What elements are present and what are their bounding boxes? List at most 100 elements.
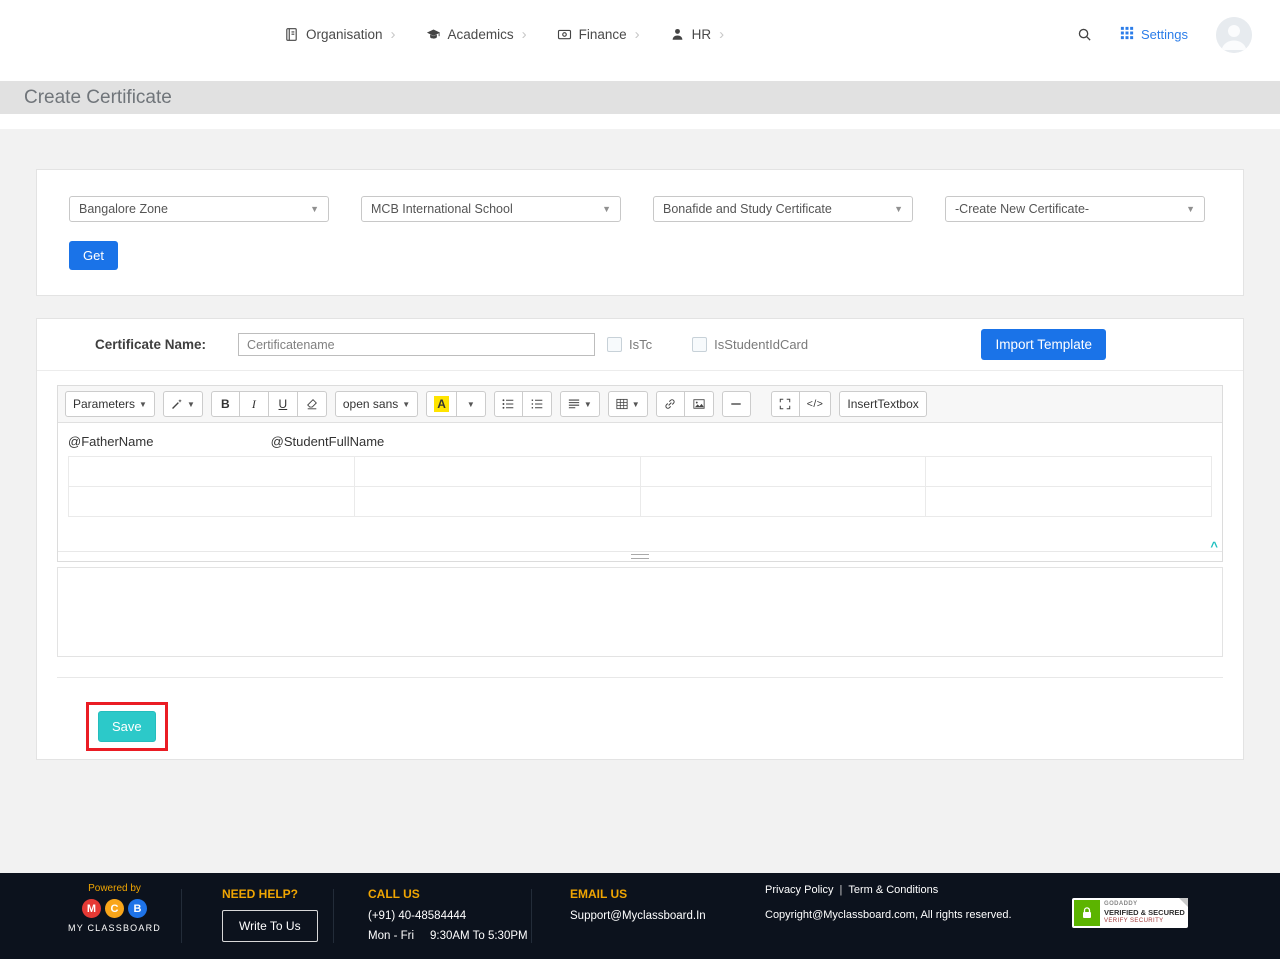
eraser-icon [306, 398, 318, 410]
istc-label: IsTc [629, 337, 653, 352]
checkbox-box-icon [692, 337, 708, 352]
phone-number: (+91) 40-48584444 [368, 910, 467, 922]
nav-item-hr[interactable]: HR › [670, 27, 724, 42]
badge-verify-label: VERIFY SECURITY [1104, 917, 1164, 924]
footer-call-us: CALL US (+91) 40-48584444 Mon - Fri 9:30… [334, 873, 531, 942]
editor-content-area[interactable]: @FatherName @StudentFullName ^ [58, 423, 1222, 554]
editor-secondary-area[interactable] [57, 567, 1223, 657]
page-title: Create Certificate [24, 86, 172, 108]
support-email[interactable]: Support@Myclassboard.In [570, 910, 745, 922]
fullscreen-button[interactable] [770, 391, 800, 417]
editor-resize-corner-icon[interactable]: ^ [1210, 539, 1218, 554]
nav-item-organisation[interactable]: Organisation › [284, 27, 396, 42]
paragraph-align-dropdown-button[interactable]: ▼ [559, 391, 600, 417]
certificate-name-input[interactable] [238, 333, 596, 356]
link-icon [664, 398, 676, 410]
privacy-policy-link[interactable]: Privacy Policy [765, 884, 833, 896]
editor-table-cell[interactable] [68, 456, 355, 487]
organisation-icon [284, 27, 299, 42]
font-family-dropdown-button[interactable]: open sans ▼ [334, 391, 419, 417]
chevron-down-icon: ▼ [1186, 204, 1195, 214]
chevron-down-icon: ▼ [466, 399, 475, 409]
table-dropdown-button[interactable]: ▼ [607, 391, 648, 417]
magic-wand-icon [171, 398, 183, 410]
security-badge-wrap: GODADDY VERIFIED & SECURED VERIFY SECURI… [1072, 898, 1188, 928]
checkbox-box-icon [607, 337, 623, 352]
email-us-title: EMAIL US [570, 887, 628, 901]
badge-brand: GODADDY [1104, 900, 1138, 907]
font-color-dropdown-button[interactable]: ▼ [456, 391, 486, 417]
save-row: Save [37, 678, 1243, 755]
horizontal-rule-button[interactable] [721, 391, 751, 417]
footer: Powered by M C B MY CLASSBOARD NEED HELP… [0, 873, 1280, 959]
istc-checkbox[interactable]: IsTc [607, 337, 652, 352]
import-template-button[interactable]: Import Template [981, 329, 1106, 360]
badge-fold-icon [1179, 898, 1188, 907]
nav-item-finance[interactable]: Finance › [557, 27, 640, 42]
chevron-down-icon: ▼ [402, 399, 411, 409]
token-fathername[interactable]: @FatherName [68, 434, 267, 449]
nav-label: HR [691, 27, 712, 42]
editor-table-cell[interactable] [925, 456, 1212, 487]
editor-toolbar: Parameters ▼ ▼ B I U open sans ▼ A ▼ ▼ ▼… [58, 386, 1222, 423]
insert-image-button[interactable] [684, 391, 714, 417]
working-time: 9:30AM To 5:30PM [430, 930, 528, 942]
editor-table [68, 456, 1212, 517]
fullscreen-icon [779, 398, 791, 410]
certificate-type-select[interactable]: Bonafide and Study Certificate ▼ [653, 196, 913, 222]
underline-button[interactable]: U [268, 391, 298, 417]
italic-button[interactable]: I [239, 391, 269, 417]
editor-table-cell[interactable] [639, 486, 927, 517]
save-button[interactable]: Save [98, 711, 156, 742]
nav-item-academics[interactable]: Academics › [426, 27, 527, 42]
editor-statusbar[interactable] [58, 551, 1222, 561]
hr-icon [670, 27, 685, 42]
style-magic-wand-button[interactable]: ▼ [162, 391, 203, 417]
insert-link-button[interactable] [655, 391, 685, 417]
top-navbar: Organisation › Academics › Finance › HR … [0, 0, 1280, 69]
unordered-list-button[interactable] [493, 391, 523, 417]
certificate-header: Certificate Name: IsTc IsStudentIdCard I… [37, 319, 1243, 371]
certificate-select[interactable]: -Create New Certificate- ▼ [945, 196, 1205, 222]
academics-icon [426, 27, 441, 42]
chevron-down-icon: ▼ [894, 204, 903, 214]
footer-need-help: NEED HELP? Write To Us [182, 873, 333, 942]
parameters-dropdown-button[interactable]: Parameters ▼ [65, 391, 155, 417]
save-annotation-highlight: Save [86, 702, 168, 751]
ordered-list-button[interactable] [522, 391, 552, 417]
godaddy-verified-badge[interactable]: GODADDY VERIFIED & SECURED VERIFY SECURI… [1072, 898, 1188, 928]
get-button[interactable]: Get [69, 241, 118, 270]
terms-link[interactable]: Term & Conditions [848, 884, 938, 896]
editor-table-cell[interactable] [639, 456, 927, 487]
editor-table-cell[interactable] [353, 486, 641, 517]
school-select[interactable]: MCB International School ▼ [361, 196, 621, 222]
editor-table-cell[interactable] [925, 486, 1212, 517]
chevron-down-icon: ▼ [631, 399, 640, 409]
avatar[interactable] [1216, 16, 1252, 53]
filter-card: Bangalore Zone ▼ MCB International Schoo… [36, 169, 1244, 296]
font-color-button[interactable]: A [426, 391, 457, 417]
ordered-list-icon [531, 398, 543, 410]
working-days: Mon - Fri [368, 930, 414, 942]
editor-table-cell[interactable] [68, 486, 355, 517]
table-row [68, 486, 1212, 517]
search-icon[interactable] [1077, 27, 1092, 42]
isstudentidcard-checkbox[interactable]: IsStudentIdCard [692, 337, 808, 352]
settings-button[interactable]: Settings [1120, 26, 1188, 43]
editor-table-cell[interactable] [353, 456, 641, 487]
nav-label: Academics [447, 27, 514, 42]
write-to-us-button[interactable]: Write To Us [222, 910, 318, 942]
clear-formatting-button[interactable] [297, 391, 327, 417]
token-studentfullname[interactable]: @StudentFullName [271, 434, 385, 449]
chevron-down-icon: ▼ [310, 204, 319, 214]
insert-textbox-button[interactable]: InsertTextbox [839, 391, 927, 417]
zone-select[interactable]: Bangalore Zone ▼ [69, 196, 329, 222]
chevron-right-icon: › [521, 26, 527, 43]
table-row [68, 456, 1212, 487]
horizontal-rule-icon [730, 398, 742, 410]
bold-button[interactable]: B [210, 391, 240, 417]
footer-legal: Privacy Policy | Term & Conditions Copyr… [765, 873, 1012, 921]
code-view-button[interactable]: </> [799, 391, 832, 417]
certificate-type-select-value: Bonafide and Study Certificate [663, 202, 832, 216]
logo-b-icon: B [128, 899, 147, 918]
